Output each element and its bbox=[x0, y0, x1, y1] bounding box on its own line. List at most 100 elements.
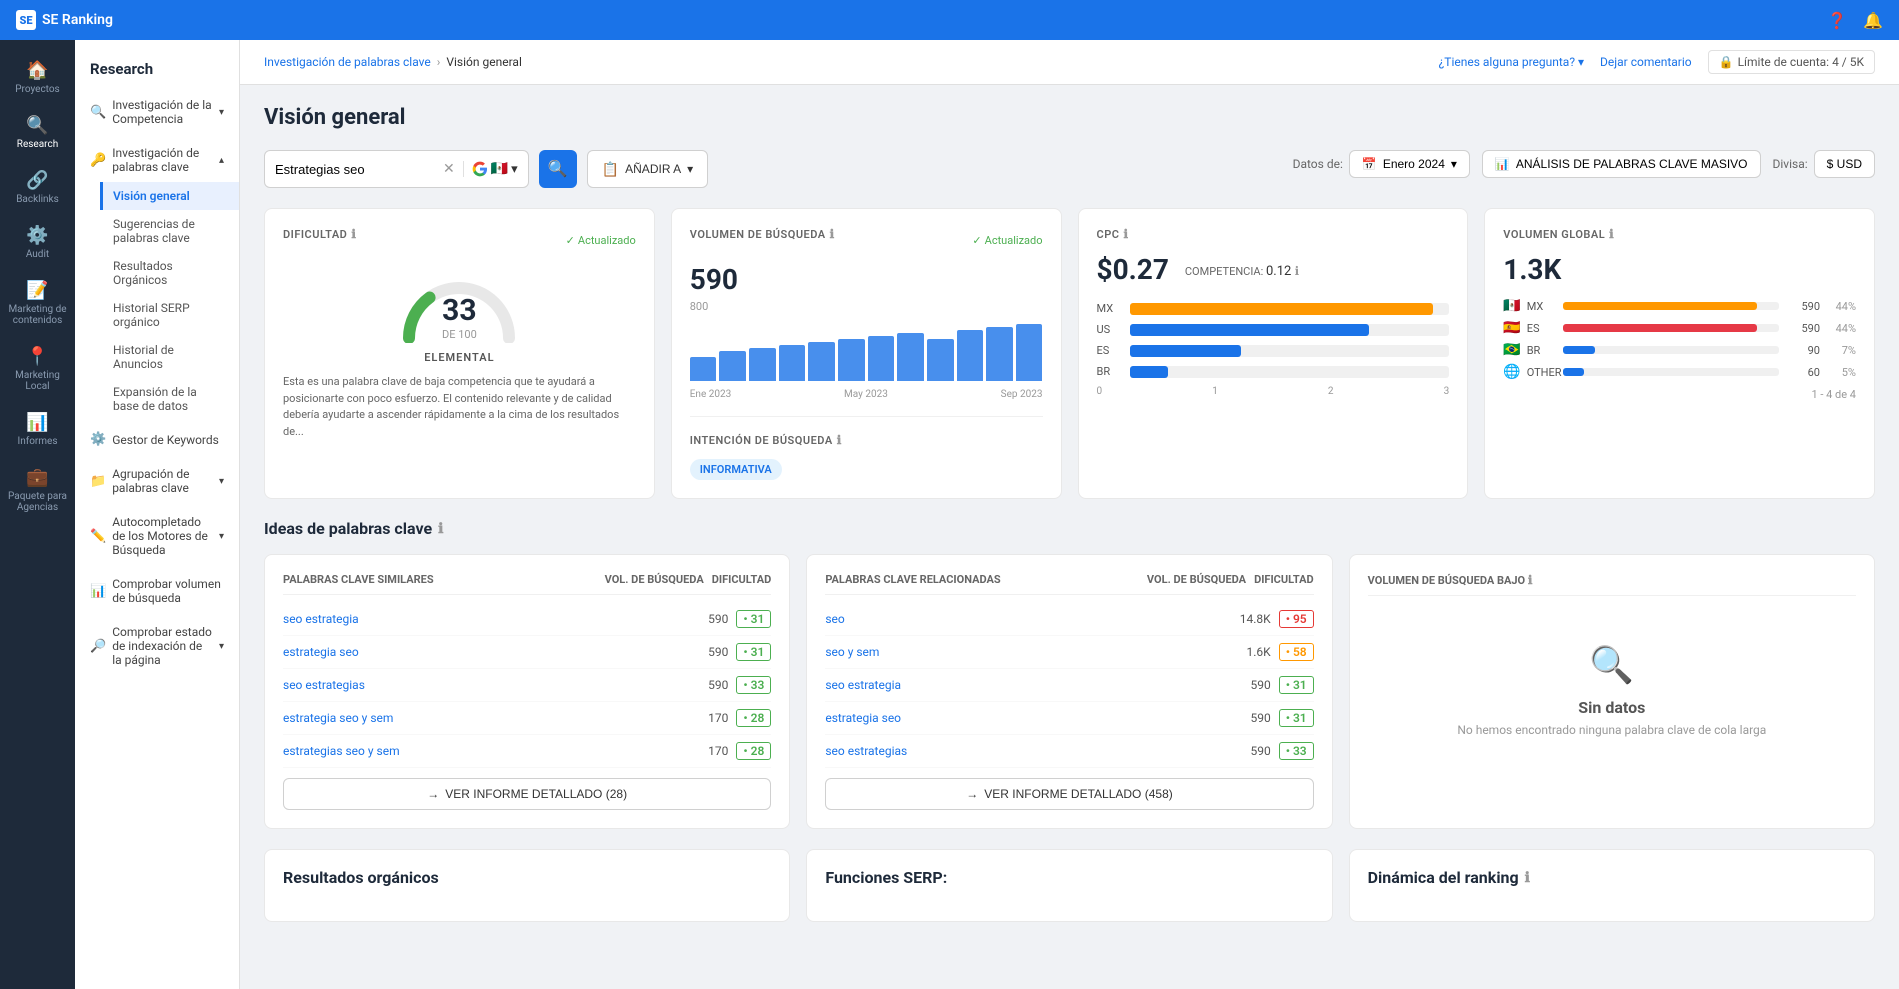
chart-label-3: Sep 2023 bbox=[1001, 389, 1043, 400]
add-to-button[interactable]: 📋 AÑADIR A ▾ bbox=[587, 150, 708, 188]
nav-sugerencias[interactable]: Sugerencias de palabras clave bbox=[100, 210, 239, 252]
sidebar-item-marketing[interactable]: 📝 Marketing de contenidos bbox=[0, 270, 75, 336]
right-controls: Datos de: 📅 Enero 2024 ▾ 📊 ANÁLISIS DE P… bbox=[1293, 150, 1875, 178]
global-info-icon[interactable]: ℹ bbox=[1609, 227, 1614, 241]
group-palabras-clave[interactable]: 🔑 Investigación de palabras clave ▴ bbox=[75, 138, 239, 182]
group-competencia[interactable]: 🔍 Investigación de la Competencia bbox=[75, 90, 239, 134]
volume-check-icon: ✓ bbox=[972, 234, 981, 247]
nav-vision-general[interactable]: Visión general bbox=[100, 182, 239, 210]
global-pct-other: 5% bbox=[1826, 366, 1856, 379]
global-row-br: 🇧🇷 BR 90 7% bbox=[1503, 342, 1856, 358]
breadcrumb-parent[interactable]: Investigación de palabras clave bbox=[264, 55, 431, 69]
similar-row-5: estrategias seo y sem 170 • 28 bbox=[283, 735, 771, 768]
bar-1 bbox=[690, 357, 717, 381]
funciones-title: Funciones SERP: bbox=[825, 868, 1313, 887]
help-question-btn[interactable]: ¿Tienes alguna pregunta? ▾ bbox=[1439, 55, 1584, 69]
date-selector[interactable]: 📅 Enero 2024 ▾ bbox=[1349, 150, 1470, 178]
nav-historial-serp[interactable]: Historial SERP orgánico bbox=[100, 294, 239, 336]
home-icon: 🏠 bbox=[26, 60, 48, 81]
group-autocompletado[interactable]: ✏️ Autocompletado de los Motores de Búsq… bbox=[75, 507, 239, 565]
app-name: SE Ranking bbox=[42, 12, 113, 28]
comment-btn[interactable]: Dejar comentario bbox=[1600, 55, 1692, 69]
ver-similar-btn[interactable]: → VER INFORME DETALLADO (28) bbox=[283, 778, 771, 810]
similar-link-2[interactable]: estrategia seo bbox=[283, 645, 700, 659]
ideas-section-title: Ideas de palabras clave ℹ bbox=[264, 519, 1875, 538]
sidebar-item-informes[interactable]: 📊 Informes bbox=[0, 402, 75, 457]
audit-icon: ⚙️ bbox=[26, 225, 48, 246]
nav-historial-anuncios[interactable]: Historial de Anuncios bbox=[100, 336, 239, 378]
organicos-card: Resultados orgánicos bbox=[264, 849, 790, 922]
search-input[interactable] bbox=[275, 162, 435, 177]
group-agrupacion[interactable]: 📁 Agrupación de palabras clave bbox=[75, 459, 239, 503]
low-vol-info-icon[interactable]: ℹ bbox=[1528, 573, 1533, 587]
global-bar-other bbox=[1563, 368, 1779, 376]
sidebar-item-proyectos[interactable]: 🏠 Proyectos bbox=[0, 50, 75, 105]
similar-keywords-card: PALABRAS CLAVE SIMILARES VOL. DE BÚSQUED… bbox=[264, 554, 790, 829]
bell-icon[interactable]: 🔔 bbox=[1863, 11, 1883, 30]
related-vol-3: 590 bbox=[1250, 678, 1270, 692]
global-count-other: 60 bbox=[1785, 366, 1820, 379]
global-bar-es bbox=[1563, 324, 1779, 332]
volume-info-icon[interactable]: ℹ bbox=[830, 227, 835, 241]
reports-icon: 📊 bbox=[26, 412, 48, 433]
similar-link-1[interactable]: seo estrategia bbox=[283, 612, 700, 626]
related-vol-1: 14.8K bbox=[1240, 612, 1271, 626]
sidebar-item-research[interactable]: 🔍 Research bbox=[0, 105, 75, 160]
ideas-info-icon[interactable]: ℹ bbox=[438, 521, 443, 537]
group-indexacion[interactable]: 🔎 Comprobar estado de indexación de la p… bbox=[75, 617, 239, 675]
currency-selector[interactable]: $ USD bbox=[1814, 150, 1875, 178]
sidebar-item-backlinks[interactable]: 🔗 Backlinks bbox=[0, 160, 75, 215]
sidebar-label-backlinks: Backlinks bbox=[16, 194, 59, 205]
difficulty-info-icon[interactable]: ℹ bbox=[351, 227, 356, 241]
breadcrumb-separator: › bbox=[437, 55, 441, 69]
similar-link-3[interactable]: seo estrategias bbox=[283, 678, 700, 692]
date-chevron-icon: ▾ bbox=[1451, 157, 1457, 171]
ver-related-btn[interactable]: → VER INFORME DETALLADO (458) bbox=[825, 778, 1313, 810]
intencion-badge: INFORMATIVA bbox=[690, 459, 782, 480]
group-comprobar-volumen[interactable]: 📊 Comprobar volumen de búsqueda bbox=[75, 569, 239, 613]
section-competencia: 🔍 Investigación de la Competencia bbox=[75, 88, 239, 136]
related-link-4[interactable]: estrategia seo bbox=[825, 711, 1242, 725]
similar-link-4[interactable]: estrategia seo y sem bbox=[283, 711, 700, 725]
volume-max: 800 bbox=[690, 300, 1043, 313]
nav-expansion[interactable]: Expansión de la base de datos bbox=[100, 378, 239, 420]
section-gestor: ⚙️ Gestor de Keywords bbox=[75, 422, 239, 457]
competencia-info-icon[interactable]: ℹ bbox=[1295, 264, 1300, 278]
sin-datos-section: 🔍 Sin datos No hemos encontrado ninguna … bbox=[1368, 604, 1856, 777]
agency-icon: 💼 bbox=[26, 467, 48, 488]
country-br: BR bbox=[1527, 344, 1557, 357]
location-icon: 📍 bbox=[26, 346, 48, 367]
related-link-2[interactable]: seo y sem bbox=[825, 645, 1238, 659]
volume-card: VOLUMEN DE BÚSQUEDA ℹ ✓ Actualizado 590 … bbox=[671, 208, 1062, 499]
similar-link-5[interactable]: estrategias seo y sem bbox=[283, 744, 700, 758]
related-link-1[interactable]: seo bbox=[825, 612, 1231, 626]
cpc-row-br: BR bbox=[1097, 365, 1450, 378]
nav-organicos[interactable]: Resultados Orgánicos bbox=[100, 252, 239, 294]
sidebar-item-audit[interactable]: ⚙️ Audit bbox=[0, 215, 75, 270]
sin-datos-title: Sin datos bbox=[1578, 698, 1645, 717]
analysis-button[interactable]: 📊 ANÁLISIS DE PALABRAS CLAVE MASIVO bbox=[1482, 150, 1761, 178]
sidebar-item-marketing-local[interactable]: 📍 Marketing Local bbox=[0, 336, 75, 402]
page-inner: Visión general ✕ 🇲🇽 ▾ bbox=[240, 85, 1899, 942]
competencia-value: 0.12 bbox=[1266, 264, 1291, 279]
related-link-5[interactable]: seo estrategias bbox=[825, 744, 1242, 758]
search-button[interactable]: 🔍 bbox=[539, 150, 577, 188]
help-icon[interactable]: ❓ bbox=[1827, 11, 1847, 30]
global-pct-br: 7% bbox=[1826, 344, 1856, 357]
clear-icon[interactable]: ✕ bbox=[443, 161, 455, 177]
cpc-info-icon[interactable]: ℹ bbox=[1123, 227, 1128, 241]
search-engine-selector[interactable]: 🇲🇽 ▾ bbox=[463, 161, 518, 177]
similar-col-headers: PALABRAS CLAVE SIMILARES VOL. DE BÚSQUED… bbox=[283, 573, 771, 586]
palabras-clave-chevron: ▴ bbox=[219, 155, 224, 166]
related-link-3[interactable]: seo estrategia bbox=[825, 678, 1242, 692]
related-row-5: seo estrategias 590 • 33 bbox=[825, 735, 1313, 768]
dinamica-info-icon[interactable]: ℹ bbox=[1525, 870, 1530, 886]
group-gestor[interactable]: ⚙️ Gestor de Keywords bbox=[75, 424, 239, 455]
country-other: OTHER bbox=[1527, 366, 1557, 379]
flag-mx-global: 🇲🇽 bbox=[1503, 298, 1520, 314]
sidebar-label-marketing-local: Marketing Local bbox=[5, 370, 70, 392]
sidebar-item-paquete[interactable]: 💼 Paquete para Agencias bbox=[0, 457, 75, 523]
global-fill-other bbox=[1563, 368, 1585, 376]
related-col-headers: PALABRAS CLAVE RELACIONADAS VOL. DE BÚSQ… bbox=[825, 573, 1313, 586]
intencion-info-icon[interactable]: ℹ bbox=[837, 433, 842, 447]
